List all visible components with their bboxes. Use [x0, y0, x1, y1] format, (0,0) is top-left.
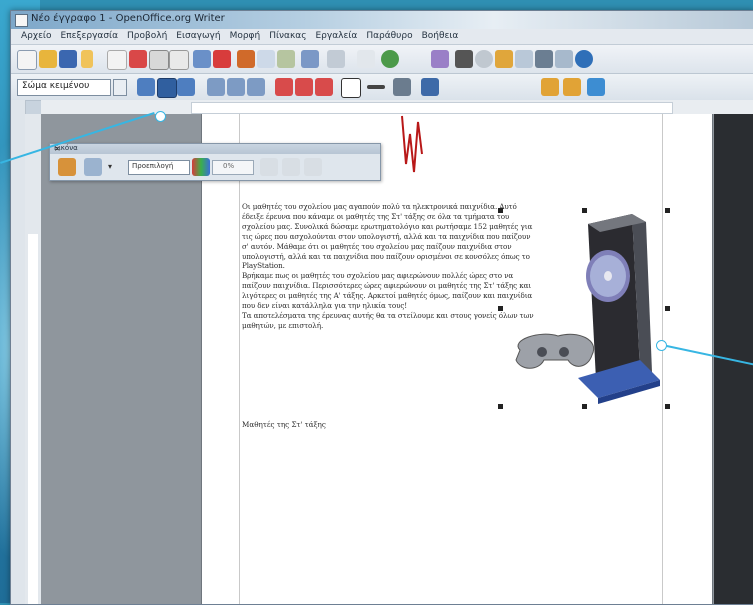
data-sources-icon[interactable]: [515, 50, 533, 68]
help-icon[interactable]: [575, 50, 593, 68]
resize-handle[interactable]: [498, 306, 503, 311]
justify-icon[interactable]: [207, 78, 225, 96]
zoom-icon[interactable]: [555, 50, 573, 68]
menu-window[interactable]: Παράθυρο: [362, 29, 417, 44]
paragraph: Τα αποτελέσματα της έρευνας αυτής θα τα …: [242, 310, 534, 330]
print-preview-icon[interactable]: [169, 50, 189, 70]
resize-handle[interactable]: [665, 404, 670, 409]
align-left-icon[interactable]: [137, 78, 155, 96]
draw-functions-icon[interactable]: [431, 50, 449, 68]
menu-format[interactable]: Μορφή: [226, 29, 266, 44]
menu-table[interactable]: Πίνακας: [265, 29, 311, 44]
menu-view[interactable]: Προβολή: [123, 29, 172, 44]
menu-bar: Αρχείο Επεξεργασία Προβολή Εισαγωγή Μορφ…: [11, 29, 753, 45]
clone-formatting-icon[interactable]: [301, 50, 319, 68]
wrap-through-icon[interactable]: [563, 78, 581, 96]
resize-handle[interactable]: [665, 208, 670, 213]
resize-handle[interactable]: [665, 306, 670, 311]
resize-handle[interactable]: [582, 404, 587, 409]
title-bar[interactable]: Νέο έγγραφο 1 - OpenOffice.org Writer: [11, 11, 753, 29]
line-style-icon[interactable]: [367, 85, 385, 89]
resize-handle[interactable]: [498, 404, 503, 409]
left-panel: [11, 100, 26, 604]
bullets-icon[interactable]: [247, 78, 265, 96]
picture-toolbar: Εικόνα × ▾ Προεπιλογή 0%: [49, 143, 381, 181]
graphics-mode-value: Προεπιλογή: [132, 162, 174, 170]
paste-icon[interactable]: [277, 50, 295, 68]
cut-icon[interactable]: [237, 50, 255, 68]
ruler-text-area: [191, 102, 673, 114]
vertical-ruler[interactable]: [25, 114, 42, 604]
chevron-down-icon[interactable]: ▾: [108, 162, 112, 171]
resize-handle[interactable]: [582, 208, 587, 213]
autospellcheck-icon[interactable]: [213, 50, 231, 68]
graphics-mode-select[interactable]: Προεπιλογή: [128, 160, 190, 175]
picture-filter-icon[interactable]: [58, 158, 76, 176]
document-body[interactable]: Οι μαθητές του σχολείου μας αγαπούν πολύ…: [242, 202, 537, 331]
callout-marker: [656, 340, 667, 351]
gallery-icon[interactable]: [495, 50, 513, 68]
find-replace-icon[interactable]: [455, 50, 473, 68]
red-drawing-shape[interactable]: [400, 114, 424, 174]
menu-insert[interactable]: Εισαγωγή: [172, 29, 225, 44]
picture-properties-icon[interactable]: [304, 158, 322, 176]
formatting-toolbar: Σώμα κειμένου: [11, 74, 753, 101]
background-color-icon[interactable]: [421, 78, 439, 96]
left-margin-guide: [239, 114, 240, 604]
superscript-icon[interactable]: [275, 78, 293, 96]
writer-window: Νέο έγγραφο 1 - OpenOffice.org Writer Αρ…: [10, 10, 753, 605]
menu-tools[interactable]: Εργαλεία: [312, 29, 363, 44]
export-pdf-icon[interactable]: [129, 50, 147, 68]
signature-line: Μαθητές της Στ' τάξης: [242, 420, 326, 429]
hyperlink-icon[interactable]: [381, 50, 399, 68]
print-icon[interactable]: [149, 50, 169, 70]
playstation-console-icon: [515, 214, 660, 404]
borders-icon[interactable]: [341, 78, 361, 98]
callout-marker: [155, 111, 166, 122]
edit-file-icon[interactable]: [81, 50, 93, 68]
resize-handle[interactable]: [498, 208, 503, 213]
window-title: Νέο έγγραφο 1 - OpenOffice.org Writer: [31, 13, 225, 24]
color-icon[interactable]: [192, 158, 210, 176]
formatting-marks-icon[interactable]: [535, 50, 553, 68]
paragraph: Οι μαθητές του σχολείου μας αγαπούν πολύ…: [242, 202, 533, 271]
paragraph-style-select[interactable]: Σώμα κειμένου: [17, 79, 111, 96]
chevron-down-icon[interactable]: [113, 79, 127, 96]
flip-vertical-icon[interactable]: [260, 158, 278, 176]
menu-edit[interactable]: Επεξεργασία: [57, 29, 124, 44]
graphics-mode-icon[interactable]: [84, 158, 102, 176]
align-right-icon[interactable]: [177, 78, 195, 96]
spellcheck-icon[interactable]: [193, 50, 211, 68]
menu-help[interactable]: Βοήθεια: [418, 29, 464, 44]
document-page[interactable]: Οι μαθητές του σχολείου μας αγαπούν πολύ…: [201, 114, 713, 604]
save-icon[interactable]: [59, 50, 77, 68]
standard-toolbar: [11, 45, 753, 74]
close-icon[interactable]: ×: [54, 144, 376, 153]
flip-horizontal-icon[interactable]: [282, 158, 300, 176]
redo-icon[interactable]: [357, 50, 375, 68]
new-document-icon[interactable]: [17, 50, 37, 70]
paragraph: Βρήκαμε πως οι μαθητές του σχολείου μας …: [242, 271, 533, 311]
email-icon[interactable]: [107, 50, 127, 70]
transparency-value: 0%: [223, 162, 235, 170]
wrap-icon[interactable]: [541, 78, 559, 96]
copy-icon[interactable]: [257, 50, 275, 68]
open-folder-icon[interactable]: [39, 50, 57, 68]
numbering-icon[interactable]: [227, 78, 245, 96]
align-center-icon[interactable]: [157, 78, 177, 98]
console-image[interactable]: [498, 208, 670, 409]
transparency-field[interactable]: 0%: [212, 160, 254, 175]
menu-file[interactable]: Αρχείο: [17, 29, 57, 44]
indent-icon[interactable]: [315, 78, 333, 96]
navigator-icon[interactable]: [475, 50, 493, 68]
picture-toolbar-titlebar[interactable]: Εικόνα ×: [50, 144, 380, 154]
vertical-ruler-text-area: [28, 234, 38, 604]
subscript-icon[interactable]: [295, 78, 313, 96]
app-icon: [15, 14, 28, 27]
paragraph-style-value: Σώμα κειμένου: [22, 81, 90, 91]
document-workspace: Οι μαθητές του σχολείου μας αγαπούν πολύ…: [41, 114, 753, 604]
undo-icon[interactable]: [327, 50, 345, 68]
anchor-icon[interactable]: [587, 78, 605, 96]
border-color-icon[interactable]: [393, 78, 411, 96]
